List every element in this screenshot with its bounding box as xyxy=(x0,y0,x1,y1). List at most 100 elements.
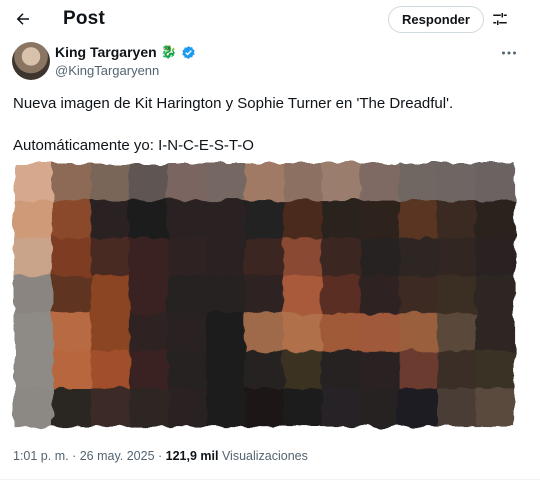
views-label[interactable]: Visualizaciones xyxy=(218,449,308,463)
avatar[interactable] xyxy=(12,42,50,80)
pixelated-image xyxy=(14,163,515,427)
mosaic-cell xyxy=(167,350,207,390)
mosaic-cell xyxy=(14,313,54,352)
tweet-media-image[interactable] xyxy=(8,157,520,432)
settings-button[interactable] xyxy=(489,8,511,30)
mosaic-cell xyxy=(398,388,438,427)
mosaic-cell xyxy=(167,200,207,239)
mosaic-cell xyxy=(167,163,207,202)
mosaic-cell xyxy=(52,313,92,352)
mosaic-cell xyxy=(321,350,361,390)
mosaic-cell xyxy=(398,313,438,352)
mosaic-cell xyxy=(244,350,284,390)
mosaic-cell xyxy=(321,388,361,427)
mosaic-cell xyxy=(283,350,323,390)
mosaic-cell xyxy=(437,388,477,427)
mosaic-cell xyxy=(398,238,438,277)
mosaic-cell xyxy=(475,313,515,352)
mosaic-cell xyxy=(283,313,323,352)
mosaic-cell xyxy=(129,275,169,314)
back-button[interactable] xyxy=(10,6,36,32)
mosaic-cell xyxy=(475,275,515,314)
mosaic-cell xyxy=(321,163,361,202)
mosaic-cell xyxy=(167,388,207,427)
dragon-emoji: 🐉 xyxy=(160,44,177,59)
mosaic-cell xyxy=(206,200,246,239)
mosaic-cell xyxy=(244,388,284,427)
mosaic-cell xyxy=(437,313,477,352)
mosaic-cell xyxy=(437,238,477,277)
mosaic-cell xyxy=(90,275,130,314)
mosaic-cell xyxy=(475,200,515,239)
mosaic-cell xyxy=(283,238,323,277)
mosaic-cell xyxy=(244,200,284,239)
top-bar: Post Responder xyxy=(0,0,540,38)
mosaic-cell xyxy=(437,163,477,202)
mosaic-cell xyxy=(475,388,515,427)
mosaic-cell xyxy=(14,350,54,390)
meta-separator-2: · xyxy=(154,449,166,463)
mosaic-cell xyxy=(90,313,130,352)
mosaic-cell xyxy=(244,163,284,202)
mosaic-cell xyxy=(321,200,361,239)
mosaic-cell xyxy=(283,163,323,202)
mosaic-cell xyxy=(398,350,438,390)
reply-button[interactable]: Responder xyxy=(388,6,484,33)
author-display-name[interactable]: King Targaryen xyxy=(55,44,157,60)
mosaic-cell xyxy=(283,200,323,239)
mosaic-cell xyxy=(398,163,438,202)
mosaic-cell xyxy=(437,275,477,314)
mosaic-cell xyxy=(90,238,130,277)
author-handle[interactable]: @KingTargaryenn xyxy=(55,63,159,78)
mosaic-cell xyxy=(90,388,130,427)
mosaic-cell xyxy=(321,275,361,314)
mosaic-cell xyxy=(437,350,477,390)
mosaic-cell xyxy=(360,350,400,390)
mosaic-cell xyxy=(206,163,246,202)
mosaic-cell xyxy=(167,238,207,277)
mosaic-cell xyxy=(283,388,323,427)
mosaic-cell xyxy=(90,350,130,390)
more-options-button[interactable] xyxy=(497,45,521,61)
mosaic-cell xyxy=(360,238,400,277)
mosaic-cell xyxy=(90,200,130,239)
mosaic-cell xyxy=(167,313,207,352)
mosaic-cell xyxy=(360,388,400,427)
mosaic-cell xyxy=(321,238,361,277)
mosaic-cell xyxy=(129,238,169,277)
mosaic-cell xyxy=(360,200,400,239)
mosaic-cell xyxy=(475,238,515,277)
mosaic-cell xyxy=(14,388,54,427)
mosaic-cell xyxy=(14,200,54,239)
mosaic-cell xyxy=(398,200,438,239)
mosaic-cell xyxy=(129,200,169,239)
mosaic-cell xyxy=(52,238,92,277)
mosaic-cell xyxy=(244,313,284,352)
mosaic-cell xyxy=(283,275,323,314)
tweet-date[interactable]: 26 may. 2025 xyxy=(80,449,155,463)
mosaic-cell xyxy=(360,163,400,202)
views-count[interactable]: 121,9 mil xyxy=(166,449,219,463)
mosaic-cell xyxy=(206,388,246,427)
mosaic-cell xyxy=(129,163,169,202)
mosaic-cell xyxy=(244,238,284,277)
mosaic-cell xyxy=(14,163,54,202)
mosaic-cell xyxy=(129,313,169,352)
tweet-time[interactable]: 1:01 p. m. xyxy=(13,449,69,463)
page-title: Post xyxy=(63,8,105,29)
tweet-text-line-2: Automáticamente yo: I-N-C-E-S-T-O xyxy=(13,137,254,154)
mosaic-cell xyxy=(52,388,92,427)
mosaic-cell xyxy=(475,350,515,390)
mosaic-cell xyxy=(129,388,169,427)
tweet-metadata: 1:01 p. m. · 26 may. 2025 · 121,9 mil Vi… xyxy=(13,449,308,463)
mosaic-cell xyxy=(360,275,400,314)
mosaic-cell xyxy=(129,350,169,390)
mosaic-cell xyxy=(90,163,130,202)
mosaic-cell xyxy=(244,275,284,314)
mosaic-cell xyxy=(437,200,477,239)
divider xyxy=(0,479,540,480)
mosaic-cell xyxy=(52,350,92,390)
mosaic-cell xyxy=(206,275,246,314)
mosaic-cell xyxy=(360,313,400,352)
mosaic-cell xyxy=(14,238,54,277)
